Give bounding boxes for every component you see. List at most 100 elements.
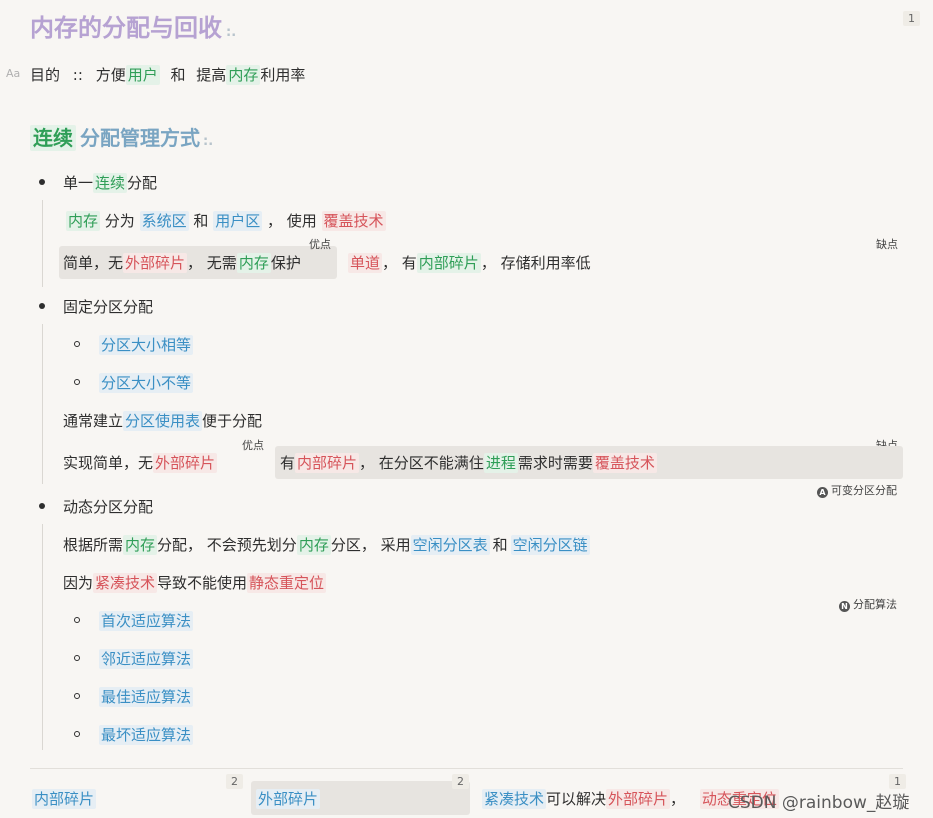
row-text: 需求时需要	[517, 454, 593, 472]
purpose-label: 目的	[30, 66, 61, 84]
tag-compaction[interactable]: 紧凑技术	[482, 789, 547, 809]
purpose-text: 方便	[95, 66, 126, 84]
ref-variable-partition[interactable]: A 可变分区分配	[817, 482, 897, 498]
tag-memory[interactable]: 内存	[66, 211, 101, 231]
row-text: 通常建立	[63, 412, 124, 430]
indent-line	[42, 200, 43, 287]
sub-item-equal[interactable]: 分区大小相等	[99, 334, 194, 355]
tag-static-relocation[interactable]: 静态重定位	[247, 573, 327, 593]
tag-equal-size[interactable]: 分区大小相等	[99, 335, 194, 355]
algo-next-fit[interactable]: 邻近适应算法	[99, 648, 194, 669]
tag-overlay[interactable]: 覆盖技术	[321, 211, 386, 231]
tag-unequal-size[interactable]: 分区大小不等	[99, 373, 194, 393]
section-heading-highlight[interactable]: 连续	[30, 125, 76, 151]
bullet-text: 单一	[63, 174, 94, 192]
tag-algorithm[interactable]: 邻近适应算法	[99, 649, 194, 669]
pros-label: 优点	[309, 238, 331, 251]
sub-bullet	[74, 731, 80, 737]
row-text: ，	[670, 790, 686, 808]
tag-memory[interactable]: 内存	[296, 535, 331, 555]
single-cons: 单道， 有内部碎片， 存储利用率低	[348, 252, 591, 273]
tag-algorithm[interactable]: 首次适应算法	[99, 611, 194, 631]
tag-external-fragment[interactable]: 外部碎片	[123, 253, 188, 273]
sub-bullet	[74, 617, 80, 623]
algo-first-fit[interactable]: 首次适应算法	[99, 610, 194, 631]
purpose-text: 提高	[196, 66, 227, 84]
tag-internal-fragment[interactable]: 内部碎片	[295, 453, 360, 473]
dynamic-row-2: 因为 紧凑技术 导致不能使用 静态重定位	[63, 572, 327, 593]
row-text: 分为	[104, 212, 135, 230]
tag-memory[interactable]: 内存	[123, 535, 158, 555]
tag-internal-fragment[interactable]: 内部碎片	[416, 253, 481, 273]
row-text: 保护	[270, 254, 301, 272]
ref-a-icon: A	[817, 487, 828, 498]
dynamic-row-1: 根据所需 内存 分配， 不会预先划分 内存 分区， 采用 空闲分区表和空闲分区链	[63, 534, 590, 555]
row-text: 分区， 采用	[330, 536, 411, 554]
tag-algorithm[interactable]: 最佳适应算法	[99, 687, 194, 707]
tag-algorithm[interactable]: 最坏适应算法	[99, 725, 194, 745]
sub-bullet	[74, 341, 80, 347]
indent-line	[42, 524, 43, 750]
page-title: 内存的分配与回收:.	[30, 8, 236, 43]
cons-label: 缺点	[876, 238, 898, 251]
row-text: ， 有	[382, 254, 417, 272]
tag-single-program[interactable]: 单道	[348, 253, 383, 273]
sub-item-unequal[interactable]: 分区大小不等	[99, 372, 194, 393]
tag-external-fragment[interactable]: 外部碎片	[153, 453, 218, 473]
row-text: 可以解决	[546, 790, 607, 808]
footer-divider	[30, 768, 903, 769]
row-text: ， 无需	[187, 254, 237, 272]
tag-free-chain[interactable]: 空闲分区链	[510, 535, 590, 555]
footer-badge: 2	[452, 774, 469, 789]
row-text: 和	[193, 212, 209, 230]
footer-cell-internal[interactable]: 内部碎片	[32, 788, 97, 809]
row-text: 简单，无	[63, 254, 124, 272]
section-mark: :.	[203, 134, 214, 149]
row-text: 分配， 不会预先划分	[157, 536, 297, 554]
bullet-dot	[39, 503, 45, 509]
indent-line	[42, 324, 43, 484]
fixed-pros: 实现简单，无 外部碎片	[63, 452, 218, 473]
algo-best-fit[interactable]: 最佳适应算法	[99, 686, 194, 707]
footer-badge: 2	[226, 774, 243, 789]
row-text: 有	[280, 454, 296, 472]
ref-allocation-algorithm[interactable]: N 分配算法	[839, 596, 897, 612]
tag-system-area[interactable]: 系统区	[139, 211, 189, 231]
row-text: ， 使用	[266, 212, 317, 230]
tag-memory[interactable]: 内存	[236, 253, 271, 273]
footer-cell-external[interactable]: 外部碎片	[256, 788, 321, 809]
tag-process[interactable]: 进程	[483, 453, 518, 473]
tag-partition-table[interactable]: 分区使用表	[123, 411, 203, 431]
purpose-text: 和	[170, 66, 186, 84]
purpose-row: 目的 :: 方便 用户 和 提高 内存 利用率	[30, 64, 305, 85]
row-text: ， 在分区不能满住	[359, 454, 484, 472]
bullet-fixed[interactable]: 固定分区分配	[63, 296, 153, 317]
row-text: 导致不能使用	[157, 574, 248, 592]
sub-bullet	[74, 655, 80, 661]
tag-free-table[interactable]: 空闲分区表	[410, 535, 490, 555]
row-text: 便于分配	[202, 412, 263, 430]
row-text: 因为	[63, 574, 94, 592]
sub-bullet	[74, 693, 80, 699]
title-mark: :.	[226, 25, 237, 40]
bullet-dynamic[interactable]: 动态分区分配	[63, 496, 153, 517]
algo-worst-fit[interactable]: 最坏适应算法	[99, 724, 194, 745]
fixed-table-row: 通常建立 分区使用表 便于分配	[63, 410, 262, 431]
purpose-text: 利用率	[260, 66, 306, 84]
tag-internal-fragment[interactable]: 内部碎片	[32, 789, 97, 809]
watermark: CSDN @rainbow_赵璇	[728, 793, 910, 813]
row-text: 和	[492, 536, 508, 554]
bullet-single[interactable]: 单一 连续 分配	[63, 172, 157, 193]
ref-label: 分配算法	[853, 598, 897, 611]
tag-overlay[interactable]: 覆盖技术	[592, 453, 657, 473]
tag-user-area[interactable]: 用户区	[213, 211, 263, 231]
tag-memory[interactable]: 内存	[226, 65, 261, 85]
tag-contiguous[interactable]: 连续	[93, 173, 128, 193]
tag-compaction[interactable]: 紧凑技术	[93, 573, 158, 593]
tag-external-fragment[interactable]: 外部碎片	[256, 789, 321, 809]
tag-external-fragment[interactable]: 外部碎片	[606, 789, 671, 809]
page-title-text: 内存的分配与回收	[30, 14, 222, 42]
row-text: ， 存储利用率低	[480, 254, 591, 272]
tag-user[interactable]: 用户	[125, 65, 160, 85]
section-heading: 连续 分配管理方式:.	[30, 122, 213, 151]
